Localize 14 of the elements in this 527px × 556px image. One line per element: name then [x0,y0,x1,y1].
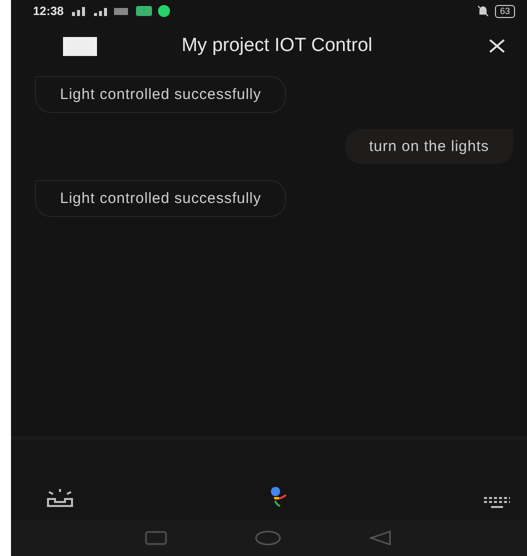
keyboard-icon[interactable] [483,496,511,508]
window-title: My project IOT Control [180,35,374,57]
mute-icon [476,5,489,17]
user-message: turn on the lights [345,129,513,164]
app-logo-placeholder [63,36,97,56]
inbox-icon[interactable] [46,488,74,508]
chat-app-icon [158,5,170,17]
signal-icon [70,6,130,16]
status-time: 12:38 [33,4,64,18]
assistant-message: Light controlled successfully [35,76,286,113]
microphone-icon[interactable] [270,486,288,508]
app-notification-icon [136,6,152,16]
assistant-message: Light controlled successfully [35,180,286,217]
battery-level: 63 [494,4,515,18]
